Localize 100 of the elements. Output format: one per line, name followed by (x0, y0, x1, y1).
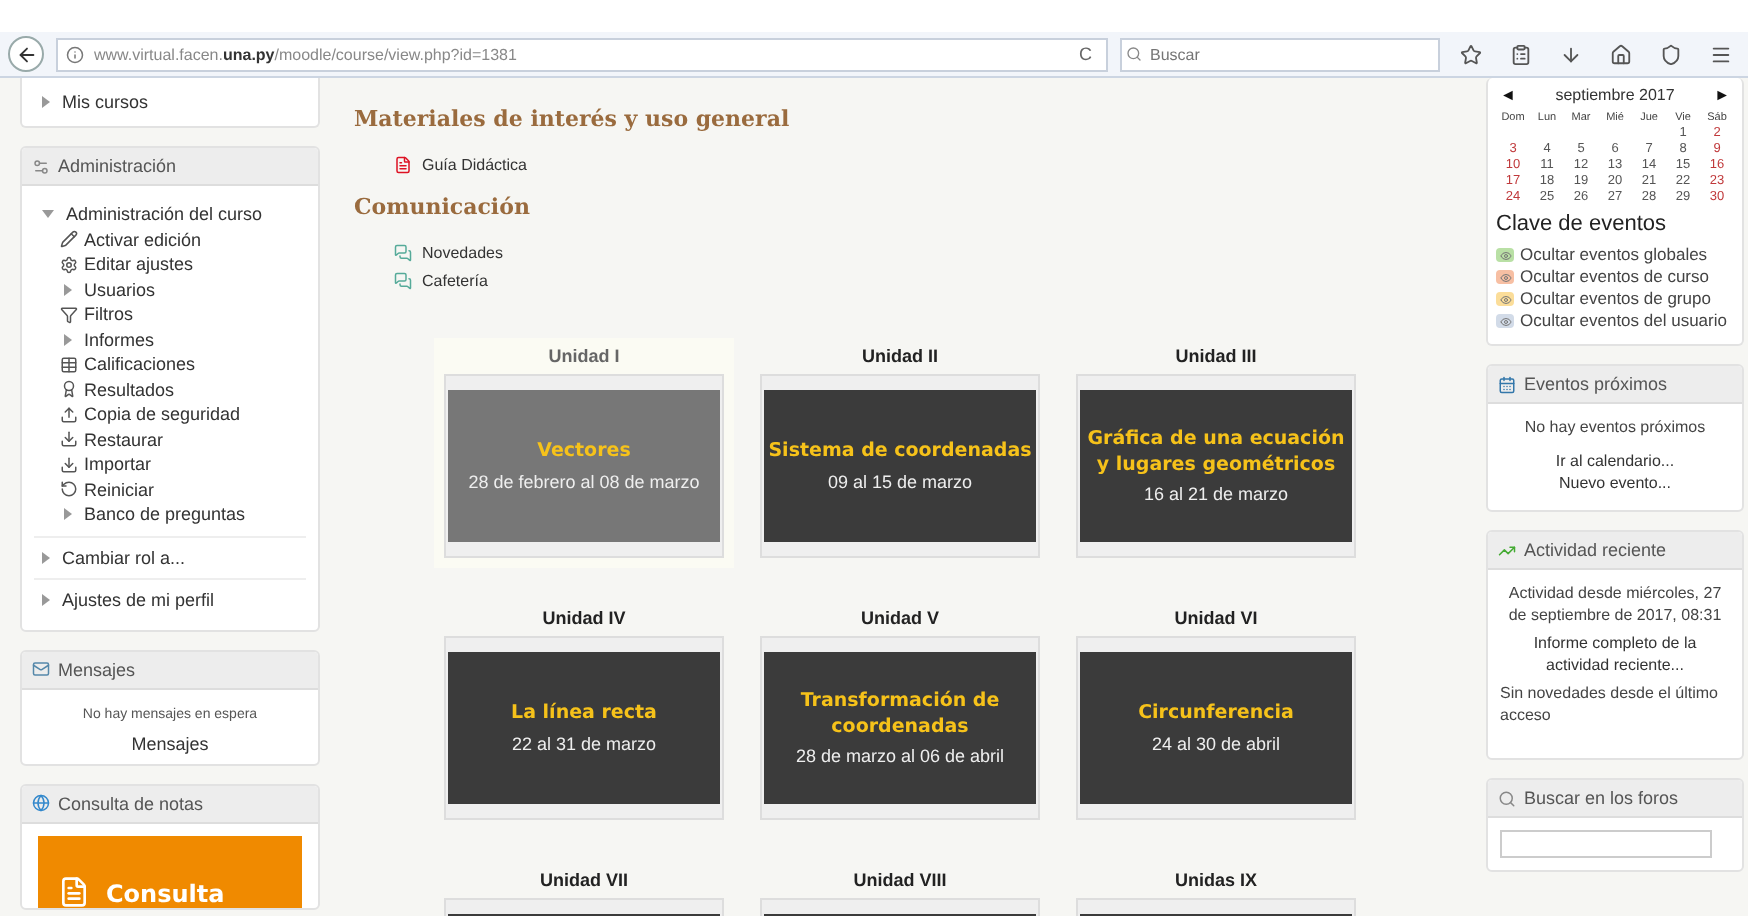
address-bar[interactable]: www.virtual.facen.una.py/moodle/course/view.php?id=1381 C (56, 37, 1108, 71)
url-text: www.virtual.facen.una.py/moodle/course/view.php?id=1381 (94, 45, 519, 63)
event-key-link[interactable]: Ocultar eventos del usuario (1520, 310, 1727, 332)
activity-note: Sin novedades desde el último acceso (1500, 682, 1720, 728)
upcoming-note: No hay eventos próximos (1522, 416, 1708, 438)
unit-tile[interactable]: Gráfica de una ecuación y lugares geométricos 16 al 21 de marzo (1076, 374, 1356, 558)
activity-link[interactable]: Cafetería (354, 266, 1486, 294)
upload-icon (60, 405, 78, 424)
admin-menu-item[interactable]: Cambiar rol a... (62, 547, 186, 568)
admin-menu-item[interactable]: Importar (84, 454, 152, 475)
section-title: Materiales de interés y uso general (354, 106, 792, 132)
download-icon (60, 455, 78, 474)
calendar-link[interactable]: Ir al calendario... (1500, 450, 1730, 472)
unit-dates: 09 al 15 de marzo (827, 471, 973, 492)
month-title: septiembre 2017 (1555, 86, 1675, 104)
expand-triangle-icon[interactable] (42, 551, 50, 564)
calendar-icon (1498, 375, 1516, 393)
chart-icon (1498, 541, 1516, 559)
unit-label: Unidad III (1175, 346, 1257, 366)
unit-tile[interactable]: Transformación de coordenadas 28 de marzo al 06 de abril (760, 636, 1040, 820)
admin-menu-item[interactable]: Resultados (84, 379, 175, 400)
admin-menu-item[interactable]: Reiniciar (84, 479, 155, 500)
event-color-dot[interactable] (1496, 248, 1514, 262)
unit-label: Unidas IX (1174, 870, 1257, 890)
activity-report-link[interactable]: Informe completo de la actividad reciente... (1500, 632, 1730, 676)
unit-title: Transformación de coordenadas (798, 689, 1002, 741)
forum-search-field[interactable] (1500, 830, 1712, 858)
unit-title: Sistema de coordenadas (768, 440, 1032, 466)
expand-triangle-icon[interactable] (64, 333, 72, 346)
search-icon (1498, 789, 1516, 807)
back-button[interactable] (8, 36, 44, 72)
expand-triangle-icon[interactable] (42, 594, 50, 607)
admin-menu-item[interactable]: Filtros (84, 304, 133, 325)
unit-title: La línea recta (511, 702, 657, 728)
admin-menu-item[interactable]: Copia de seguridad (84, 404, 241, 425)
event-color-dot[interactable] (1496, 314, 1514, 328)
block-title: Eventos próximos (1524, 374, 1668, 394)
calendar-link[interactable]: Nuevo evento... (1500, 472, 1730, 494)
unit-tile[interactable]: Circunferencia 24 al 30 de abril (1076, 636, 1356, 820)
reload-button[interactable]: C (1073, 44, 1098, 64)
unit-label: Unidad IV (542, 608, 626, 628)
event-key-link[interactable]: Ocultar eventos de grupo (1520, 288, 1711, 310)
pencil-icon (60, 230, 78, 249)
activity-link[interactable]: Guía Didáctica (354, 150, 1486, 178)
admin-menu-item[interactable]: Mis cursos (62, 92, 149, 112)
unit-label: Unidad VIII (853, 870, 947, 890)
unit-dates: 28 de febrero al 08 de marzo (468, 471, 700, 492)
search-icon (1126, 45, 1142, 61)
event-color-dot[interactable] (1496, 270, 1514, 284)
gear-icon (60, 255, 78, 274)
unit-tile[interactable]: Vectores 28 de febrero al 08 de marzo (444, 374, 724, 558)
unit-label: Unidad I (548, 346, 620, 366)
table-icon (60, 355, 78, 374)
admin-menu-item[interactable]: Administración del curso (66, 204, 263, 225)
admin-menu-item[interactable]: Informes (84, 329, 155, 350)
pdf-icon (394, 155, 412, 173)
messages-link[interactable]: Mensajes (30, 729, 310, 757)
admin-menu-item[interactable]: Ajustes de mi perfil (62, 590, 215, 611)
banner-text: Consulta (106, 879, 225, 907)
block-title: Consulta de notas (58, 793, 204, 813)
expand-triangle-icon[interactable] (64, 283, 72, 296)
expand-triangle-icon[interactable] (64, 508, 72, 521)
event-key-link[interactable]: Ocultar eventos de curso (1520, 266, 1709, 288)
block-title: Mensajes (58, 659, 136, 679)
activity-link[interactable]: Novedades (354, 238, 1486, 266)
admin-menu-item[interactable]: Calificaciones (84, 354, 196, 375)
event-key-title: Clave de eventos (1496, 212, 1668, 236)
unit-title: Vectores (537, 440, 631, 466)
admin-menu-item[interactable]: Activar edición (84, 229, 202, 250)
block-title: Administración (58, 156, 177, 176)
expand-triangle-icon[interactable] (42, 210, 54, 219)
back-arrow-icon (15, 43, 37, 65)
unit-label: Unidad VII (539, 870, 628, 890)
event-key-link[interactable]: Ocultar eventos globales (1520, 244, 1708, 266)
admin-menu-item[interactable]: Editar ajustes (84, 254, 194, 275)
next-month-button[interactable]: ► (1710, 86, 1734, 104)
unit-dates: 22 al 31 de marzo (511, 733, 657, 754)
unit-dates: 24 al 30 de abril (1151, 733, 1281, 754)
unit-title: Circunferencia (1138, 702, 1294, 728)
search-field[interactable]: Buscar (1120, 37, 1440, 71)
expand-triangle-icon[interactable] (42, 96, 50, 108)
unit-label: Unidad VI (1174, 608, 1258, 628)
messages-icon (32, 660, 50, 678)
admin-menu-item[interactable]: Banco de preguntas (84, 504, 246, 525)
admin-menu-item[interactable]: Usuarios (84, 279, 156, 300)
block-title: Actividad reciente (1524, 540, 1667, 560)
unit-tile[interactable]: La línea recta 22 al 31 de marzo (444, 636, 724, 820)
globe-icon (32, 794, 50, 812)
activity-since: Actividad desde miércoles, 27 de septiembre de 2017, 08:31 (1506, 582, 1724, 626)
event-color-dot[interactable] (1496, 292, 1514, 306)
reset-icon (60, 480, 78, 499)
admin-menu-item[interactable]: Restaurar (84, 429, 164, 450)
award-icon (60, 380, 78, 399)
unit-tile[interactable]: Sistema de coordenadas 09 al 15 de marzo (760, 374, 1040, 558)
download-icon (60, 430, 78, 449)
unit-dates: 28 de marzo al 06 de abril (795, 746, 1005, 767)
forum-icon (394, 243, 412, 261)
previous-month-button[interactable]: ◄ (1496, 86, 1520, 104)
unit-dates: 16 al 21 de marzo (1143, 484, 1289, 505)
section-title: Comunicación (354, 194, 532, 220)
